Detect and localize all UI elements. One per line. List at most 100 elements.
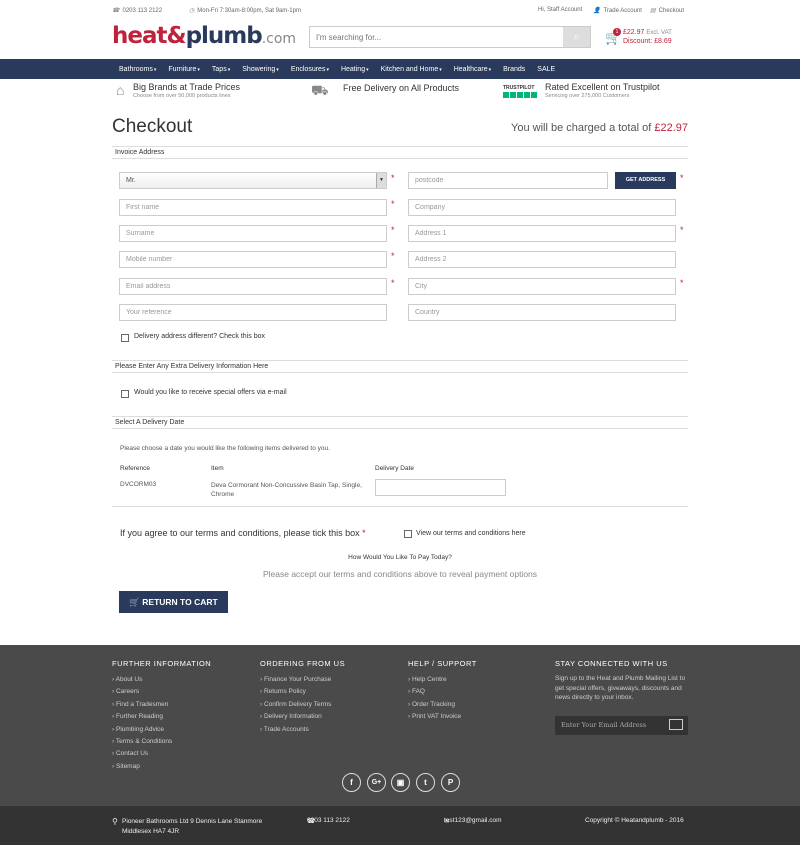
footer-link[interactable]: › Help Centre bbox=[408, 674, 477, 686]
chevron-down-icon: ▼ bbox=[376, 173, 386, 188]
nav-item-kitchen-and-home[interactable]: Kitchen and Home▾ bbox=[381, 66, 442, 73]
opening-hours: ◷ Mon-Fri 7:30am-8:00pm, Sat 9am-1pm bbox=[189, 8, 301, 14]
city-input[interactable] bbox=[408, 278, 676, 295]
tag-icon: ⌂ bbox=[116, 82, 125, 98]
delivery-date-input[interactable] bbox=[375, 479, 506, 496]
footer-link[interactable]: › Finance Your Purchase bbox=[260, 674, 345, 686]
nav-item-furniture[interactable]: Furniture▾ bbox=[168, 66, 200, 73]
country-input[interactable] bbox=[408, 304, 676, 321]
youtube-icon[interactable]: ▣ bbox=[391, 773, 410, 792]
footer-link[interactable]: › Trade Accounts bbox=[260, 724, 345, 736]
clock-icon: ◷ bbox=[189, 8, 195, 14]
footer-link-label: About Us bbox=[115, 676, 143, 683]
logo-plumb: plumb bbox=[185, 23, 263, 49]
surname-input[interactable] bbox=[119, 225, 387, 242]
terms-checkbox[interactable] bbox=[404, 530, 412, 538]
envelope-icon[interactable] bbox=[669, 719, 683, 730]
greeting-link[interactable]: Hi, Staff Account bbox=[538, 7, 582, 13]
postcode-input[interactable] bbox=[408, 172, 608, 189]
footer-link[interactable]: › Print VAT Invoice bbox=[408, 711, 477, 723]
nav-item-bathrooms[interactable]: Bathrooms▾ bbox=[119, 66, 156, 73]
nav-label: Kitchen and Home bbox=[380, 65, 439, 73]
newsletter-email-input[interactable]: Enter Your Email Address bbox=[555, 716, 688, 735]
required-marker: * bbox=[680, 173, 684, 183]
address1-input[interactable] bbox=[408, 225, 676, 242]
footer-link[interactable]: › Careers bbox=[112, 686, 211, 698]
return-to-cart-button[interactable]: 🛒 RETURN TO CART bbox=[119, 591, 228, 613]
nav-item-showering[interactable]: Showering▾ bbox=[242, 66, 279, 73]
footer-link[interactable]: › Find a Tradesmen bbox=[112, 699, 211, 711]
search-button[interactable]: ⌕ bbox=[563, 27, 590, 47]
facebook-icon[interactable]: f bbox=[342, 773, 361, 792]
company-address: Pioneer Bathrooms Ltd 9 Dennis Lane Stan… bbox=[122, 818, 263, 835]
footer-col-help: HELP / SUPPORT › Help Centre › FAQ › Order … bbox=[408, 659, 477, 724]
nav-label: Enclosures bbox=[290, 65, 326, 73]
trade-account-link[interactable]: 👤 Trade Account bbox=[593, 7, 642, 14]
footer-link[interactable]: › Sitemap bbox=[112, 761, 211, 773]
usp-trustpilot-sub: Servicing over 275,000 Customers bbox=[545, 93, 630, 99]
required-marker: * bbox=[391, 173, 395, 183]
footer-link[interactable]: › Order Tracking bbox=[408, 699, 477, 711]
footer-link-label: Plumbing Advice bbox=[115, 725, 165, 733]
terms-link[interactable]: View our terms and conditions here bbox=[416, 530, 526, 537]
title-select-value: Mr. bbox=[126, 177, 136, 184]
pinterest-icon[interactable]: P bbox=[441, 773, 460, 792]
cart-discount: Discount: £8.69 bbox=[623, 38, 672, 45]
footer-link[interactable]: › FAQ bbox=[408, 686, 477, 698]
offers-checkbox[interactable] bbox=[121, 390, 129, 398]
footer-link-label: Terms & Conditions bbox=[115, 738, 173, 746]
nav-item-brands[interactable]: Brands bbox=[503, 66, 525, 73]
trustpilot-label: TRUSTPILOT bbox=[503, 85, 535, 91]
mini-cart[interactable]: 🛒 1 £22.97 Excl. VAT Discount: £8.69 bbox=[605, 28, 685, 48]
footer-link[interactable]: › Delivery Information bbox=[260, 711, 345, 723]
site-logo[interactable]: heat&plumb.com bbox=[112, 23, 296, 49]
nav-item-heating[interactable]: Heating▾ bbox=[341, 66, 369, 73]
footer-col-newsletter: STAY CONNECTED WITH US bbox=[555, 659, 668, 674]
reference-input[interactable] bbox=[119, 304, 387, 321]
nav-label: Brands bbox=[503, 65, 526, 73]
footer-link[interactable]: › Further Reading bbox=[112, 711, 211, 723]
footer-link[interactable]: › Plumbing Advice bbox=[112, 724, 211, 736]
footer-link[interactable]: › About Us bbox=[112, 674, 211, 686]
twitter-icon[interactable]: t bbox=[416, 773, 435, 792]
first-name-input[interactable] bbox=[119, 199, 387, 216]
item-reference: DVCORM03 bbox=[120, 481, 157, 488]
nav-item-taps[interactable]: Taps▾ bbox=[212, 66, 230, 73]
mobile-input[interactable] bbox=[119, 251, 387, 268]
footer-link[interactable]: › Terms & Conditions bbox=[112, 736, 211, 748]
footer-link-label: Further Reading bbox=[115, 713, 163, 721]
footer-heading: STAY CONNECTED WITH US bbox=[555, 659, 668, 668]
col-delivery-date: Delivery Date bbox=[375, 465, 415, 472]
extra-info-heading: Please Enter Any Extra Delivery Informat… bbox=[112, 360, 688, 373]
delivery-different-label: Delivery address different? Check this b… bbox=[134, 333, 265, 340]
company-input[interactable] bbox=[408, 199, 676, 216]
footer-bottom: ⚲ Pioneer Bathrooms Ltd 9 Dennis Lane St… bbox=[0, 806, 800, 845]
footer-heading: FURTHER INFORMATION bbox=[112, 659, 212, 668]
footer-link-label: Help Centre bbox=[411, 676, 447, 683]
offers-label: Would you like to receive special offers… bbox=[134, 389, 287, 396]
cart-total-value: £22.97 bbox=[623, 29, 645, 36]
title-select[interactable]: Mr. ▼ bbox=[119, 172, 387, 189]
cart-count-badge: 1 bbox=[613, 28, 621, 36]
delivery-different-checkbox[interactable] bbox=[121, 334, 129, 342]
footer-link-label: Find a Tradesmen bbox=[115, 700, 169, 708]
google-plus-icon[interactable]: G+ bbox=[367, 773, 386, 792]
nav-item-healthcare[interactable]: Healthcare▾ bbox=[454, 66, 491, 73]
footer-link[interactable]: › Returns Policy bbox=[260, 686, 345, 698]
footer-link[interactable]: › Contact Us bbox=[112, 748, 211, 760]
footer-link-label: Sitemap bbox=[115, 762, 140, 770]
col-reference: Reference bbox=[120, 465, 150, 472]
nav-item-sale[interactable]: SALE bbox=[537, 66, 555, 73]
address2-input[interactable] bbox=[408, 251, 676, 268]
footer-link[interactable]: › Confirm Delivery Terms bbox=[260, 699, 345, 711]
get-address-button[interactable]: GET ADDRESS bbox=[615, 172, 676, 189]
cart-icon: 🛒 bbox=[129, 597, 140, 607]
phone-info: ☎ 0203 113 2122 bbox=[112, 8, 163, 14]
payment-message: Please accept our terms and conditions a… bbox=[262, 569, 538, 579]
top-bar: ☎ 0203 113 2122 ◷ Mon-Fri 7:30am-8:00pm, S… bbox=[0, 0, 800, 20]
checkout-link[interactable]: ▤ Checkout bbox=[650, 7, 684, 14]
nav-item-enclosures[interactable]: Enclosures▾ bbox=[291, 66, 329, 73]
email-input[interactable] bbox=[119, 278, 387, 295]
clipboard-icon: ▤ bbox=[650, 8, 656, 14]
search-input[interactable] bbox=[310, 27, 562, 47]
